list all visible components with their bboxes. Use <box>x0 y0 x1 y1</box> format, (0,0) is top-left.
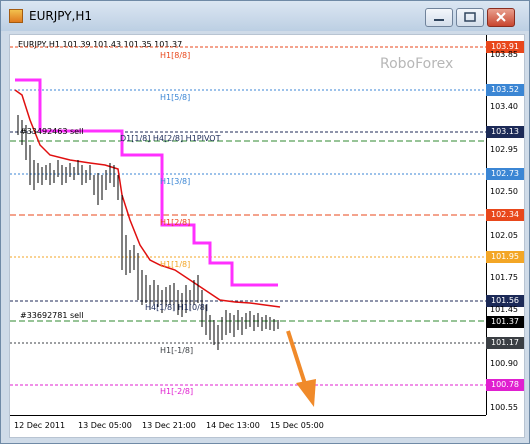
window-title: EURJPY,H1 <box>29 9 93 23</box>
level-label-h1-5-8: H1[5/8] <box>160 93 191 102</box>
price-tick: 101.45 <box>490 305 518 314</box>
level-label-pivot: D1[1/8] H4[2/8] H1PIVOT <box>120 134 221 143</box>
time-tick: 13 Dec 21:00 <box>142 421 196 430</box>
window-titlebar[interactable]: EURJPY,H1 <box>1 1 529 31</box>
price-chart[interactable]: EURJPY,H1 101.39 101.43 101.35 101.37 Ro… <box>9 34 525 438</box>
price-tick: 100.90 <box>490 359 518 368</box>
price-tick: 100.55 <box>490 403 518 412</box>
level-label-h1-minus-2-8: H1[-2/8] <box>160 387 194 396</box>
price-tick: 103.85 <box>490 50 518 59</box>
close-button[interactable] <box>487 8 515 27</box>
order-label: #33692781 sell <box>20 311 84 320</box>
price-tag: 103.52 <box>486 84 524 96</box>
price-tag: 101.17 <box>486 337 524 349</box>
level-label-h1-2-8: H1[2/8] <box>160 218 191 227</box>
order-label: #33492463 sell <box>20 127 84 136</box>
chart-window-icon <box>9 9 23 23</box>
level-label-h1-8-8: H1[8/8] <box>160 51 191 60</box>
time-tick: 13 Dec 05:00 <box>78 421 132 430</box>
level-label-h4-1-8: H4[1/8] H1[0/8] <box>145 303 208 312</box>
price-tick: 103.40 <box>490 102 518 111</box>
price-tick: 102.95 <box>490 145 518 154</box>
price-tick: 102.50 <box>490 187 518 196</box>
price-tick: 102.05 <box>490 231 518 240</box>
level-label-h1-minus-1-8: H1[-1/8] <box>160 346 194 355</box>
time-tick: 15 Dec 05:00 <box>270 421 324 430</box>
price-tag: 102.34 <box>486 209 524 221</box>
price-tick: 101.75 <box>490 273 518 282</box>
price-tag: 102.73 <box>486 168 524 180</box>
time-tick: 14 Dec 13:00 <box>206 421 260 430</box>
maximize-button[interactable] <box>456 8 484 27</box>
time-tick: 12 Dec 2011 <box>14 421 66 430</box>
level-label-h1-1-8: H1[1/8] <box>160 260 191 269</box>
price-tag: 100.78 <box>486 379 524 391</box>
chart-window: EURJPY,H1 EURJPY,H1 101.39 101.43 101.35… <box>0 0 530 444</box>
price-tag: 101.37 <box>486 316 524 328</box>
chart-plot-area <box>10 46 486 407</box>
time-axis[interactable] <box>10 415 486 416</box>
price-tag: 101.95 <box>486 251 524 263</box>
minimize-button[interactable] <box>425 8 453 27</box>
level-label-h1-3-8: H1[3/8] <box>160 177 191 186</box>
price-tag: 103.13 <box>486 126 524 138</box>
